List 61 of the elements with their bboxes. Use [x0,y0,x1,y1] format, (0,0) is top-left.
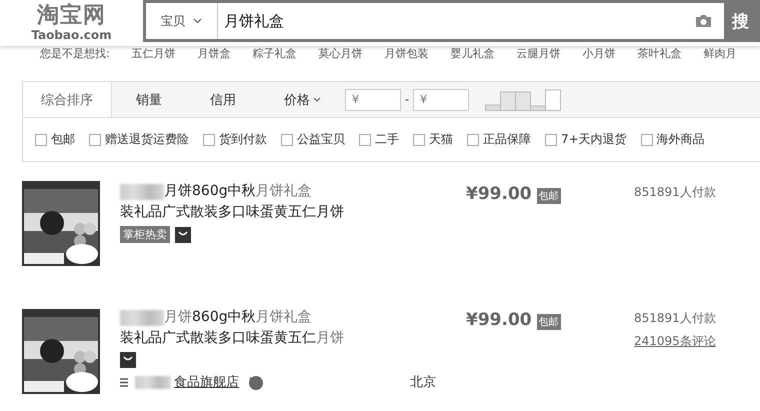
sales-count: 851891人付款 [634,310,717,327]
shop-location: 北京 [410,374,436,391]
suggestion-label: 您是不是想找: [40,47,110,61]
blurred-brand [120,184,164,200]
search-button[interactable]: 搜 [724,0,760,42]
chevron-down-icon [313,97,321,102]
logo-domain: Taobao.com [31,28,112,42]
sort-tab[interactable]: 信用 [186,82,260,117]
suggestion-link[interactable]: 鲜肉月 [704,47,737,61]
filter-checkbox[interactable]: 正品保障 [467,131,531,148]
product-title[interactable]: 860g中秋 [192,181,256,202]
shipping-badge: 包邮 [536,314,561,330]
sort-tab[interactable]: 价格 [260,82,345,117]
range-separator: - [405,93,409,106]
filter-checkbox[interactable]: 赠送退货运费险 [89,131,189,148]
logo[interactable]: 淘宝网 [37,4,106,28]
product-title[interactable]: 月饼礼盒 [256,181,312,202]
shopping-bag-icon [120,352,136,368]
filter-checkbox[interactable]: 天猫 [413,131,453,148]
filter-checkbox[interactable]: 公益宝贝 [281,131,345,148]
blurred-shop-name [135,376,171,388]
blurred-brand [120,310,164,326]
product-title[interactable]: 月饼 [316,328,344,349]
suggestion-link[interactable]: 云腿月饼 [516,47,561,61]
suggestion-link[interactable]: 婴儿礼盒 [450,47,495,61]
product-title[interactable]: 860g中秋 [192,307,256,328]
filter-checkbox[interactable]: 海外商品 [640,131,705,148]
product-title[interactable]: 装礼品广式散装多口味蛋黄五仁 [120,328,316,349]
sales-count: 851891人付款 [634,184,717,201]
promo-tag: 掌柜热卖 [120,226,170,243]
product-title[interactable]: 装礼品广式散装多口味蛋黄五仁月饼 [120,202,344,223]
suggestion-link[interactable]: 莫心月饼 [318,47,363,61]
suggestion-link[interactable]: 茶叶礼盒 [638,47,682,61]
reviews-link[interactable]: 241095条评论 [634,333,754,350]
product-title[interactable]: 月饼 [164,307,192,328]
search-field[interactable]: 宝贝 月饼礼盒 [143,0,724,42]
shipping-badge: 包邮 [536,188,561,204]
product-title[interactable]: 月饼 [164,181,192,202]
chevron-down-icon [193,18,202,24]
price-histogram-icon[interactable] [484,88,561,110]
price: ¥99.00 [466,184,532,204]
price: ¥99.00 [466,310,532,330]
suggestion-link[interactable]: 月饼包装 [384,47,429,61]
shopping-bag-icon [175,226,191,242]
max-price-field[interactable]: ¥ [412,88,469,110]
product-title[interactable]: 月饼礼盒 [256,307,312,328]
list-icon [120,378,128,386]
suggestion-link[interactable]: 月饼盒 [198,47,231,61]
filter-checkbox[interactable]: 二手 [359,131,399,148]
sort-tab[interactable]: 销量 [112,82,186,117]
shop-link[interactable]: 食品旗舰店 [174,373,239,391]
filter-checkbox[interactable]: 货到付款 [203,131,267,148]
chat-bubble-icon[interactable] [248,374,264,390]
min-price-field[interactable]: ¥ [345,88,401,110]
sort-tab[interactable]: 综合排序 [23,82,112,117]
filter-checkbox[interactable]: 7+天内退货 [545,131,627,148]
suggestion-link[interactable]: 五仁月饼 [132,47,176,61]
camera-icon[interactable] [695,14,712,28]
filter-checkbox[interactable]: 包邮 [35,131,75,148]
suggestion-link[interactable]: 小月饼 [582,47,616,61]
suggestion-link[interactable]: 粽子礼盒 [252,47,297,61]
